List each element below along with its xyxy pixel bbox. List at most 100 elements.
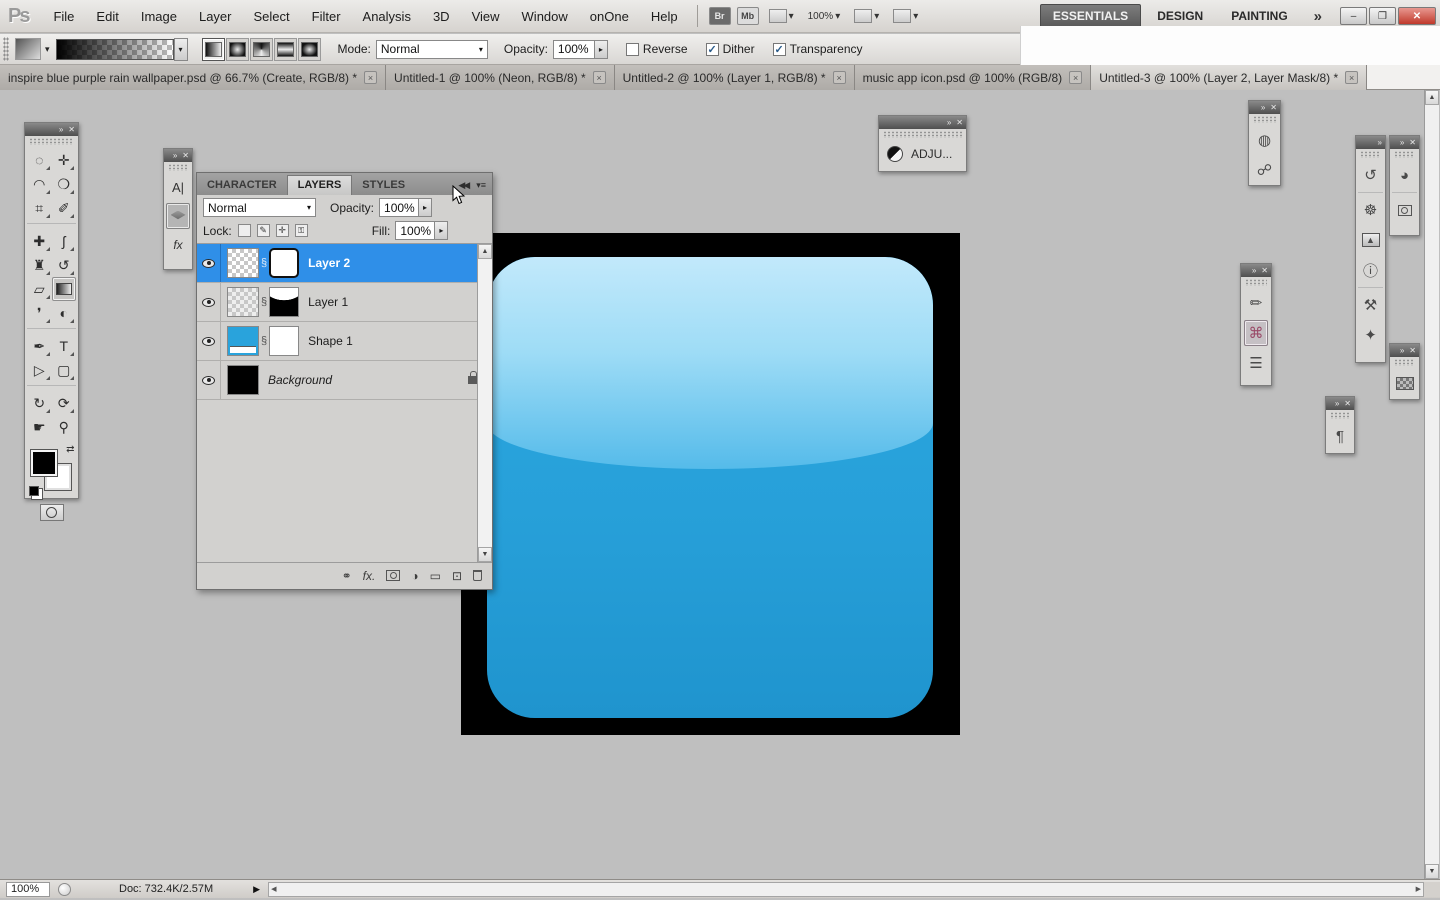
collapse-panel-icon[interactable]: »: [1400, 139, 1404, 147]
mini-panel-header[interactable]: »✕: [1241, 264, 1271, 277]
menu-3d[interactable]: 3D: [422, 0, 461, 33]
mini-bridge-icon[interactable]: Mb: [737, 7, 759, 25]
close-panel-icon[interactable]: ✕: [68, 126, 75, 134]
color-panel-icon[interactable]: ◕: [1393, 162, 1417, 188]
doc-tab-wallpaper[interactable]: inspire blue purple rain wallpaper.psd @…: [0, 65, 386, 90]
layer-name[interactable]: Shape 1: [308, 334, 353, 348]
visibility-cell[interactable]: [197, 283, 221, 321]
scroll-right-icon[interactable]: ▶: [1416, 885, 1421, 893]
collapse-panel-icon[interactable]: »: [1400, 347, 1404, 355]
3d-panel-icon[interactable]: ✦: [1359, 322, 1383, 348]
zoom-level-dropdown[interactable]: 100%▾: [808, 11, 841, 22]
vector-mask-thumbnail[interactable]: [269, 326, 299, 356]
workspace-painting[interactable]: PAINTING: [1219, 5, 1299, 27]
stamp-list-panel-icon[interactable]: ☰: [1244, 350, 1268, 376]
default-colors-icon[interactable]: [29, 486, 39, 496]
layer-row-shape1[interactable]: § Shape 1: [197, 322, 492, 361]
fill-spinner[interactable]: ▸: [435, 221, 448, 240]
menu-view[interactable]: View: [461, 0, 511, 33]
scroll-down-icon[interactable]: ▼: [478, 547, 492, 562]
lock-transparent-pixels-icon[interactable]: [238, 224, 251, 237]
close-tab-icon[interactable]: ×: [1069, 71, 1082, 84]
reflected-gradient-button[interactable]: [274, 38, 297, 61]
close-panel-icon[interactable]: ✕: [1409, 139, 1416, 147]
dock-header[interactable]: »: [1356, 136, 1385, 149]
add-layer-mask-icon[interactable]: [386, 570, 400, 581]
menu-select[interactable]: Select: [243, 0, 301, 33]
layer-name[interactable]: Layer 2: [308, 256, 350, 270]
dock-grip[interactable]: [1360, 151, 1381, 158]
adjustments-grip[interactable]: [883, 131, 962, 138]
opacity-field[interactable]: 100%: [553, 40, 595, 59]
close-button[interactable]: ✕: [1398, 7, 1436, 25]
swap-colors-icon[interactable]: ⇄: [66, 444, 74, 455]
close-tab-icon[interactable]: ×: [833, 71, 846, 84]
brushes-panel-icon[interactable]: ✏: [1244, 290, 1268, 316]
menu-help[interactable]: Help: [640, 0, 689, 33]
visibility-cell[interactable]: [197, 361, 221, 399]
gradient-preview[interactable]: [56, 39, 174, 60]
layer-thumbnail[interactable]: [227, 287, 259, 317]
close-panel-icon[interactable]: ✕: [1261, 267, 1268, 275]
tool-preset-arrow[interactable]: ▾: [45, 44, 50, 55]
layer-row-layer1[interactable]: § Layer 1: [197, 283, 492, 322]
layer-opacity-field[interactable]: 100%: [379, 198, 419, 217]
hand-tool[interactable]: ☛: [27, 415, 52, 439]
status-zoom-field[interactable]: 100%: [6, 882, 50, 897]
layer-row-background[interactable]: Background: [197, 361, 492, 400]
minimize-button[interactable]: –: [1340, 7, 1367, 25]
collapse-panel-icon[interactable]: »: [1252, 267, 1256, 275]
status-flyout-arrow[interactable]: ▶: [253, 884, 260, 895]
collapse-panel-icon[interactable]: »: [1335, 400, 1339, 408]
document-canvas[interactable]: [461, 233, 960, 735]
menu-edit[interactable]: Edit: [85, 0, 129, 33]
bezier-path-icon[interactable]: ☍: [1253, 157, 1277, 183]
mini-panel-header[interactable]: »✕: [1249, 101, 1280, 114]
adjustment-layer-icon[interactable]: ◑: [411, 569, 418, 583]
close-panel-icon[interactable]: ✕: [1409, 347, 1416, 355]
restore-button[interactable]: ❐: [1369, 7, 1396, 25]
toolbox-grip[interactable]: [29, 138, 74, 145]
layer-mask-thumbnail[interactable]: [269, 248, 299, 278]
options-grip[interactable]: [3, 37, 9, 61]
layer-name[interactable]: Layer 1: [308, 295, 348, 309]
menu-filter[interactable]: Filter: [301, 0, 352, 33]
zoom-tool[interactable]: ⚲: [52, 415, 77, 439]
tab-character[interactable]: CHARACTER: [197, 176, 287, 195]
close-tab-icon[interactable]: ×: [593, 71, 606, 84]
icon-strip-grip[interactable]: [168, 164, 188, 171]
3d-orbit-tool[interactable]: ⟳: [52, 391, 77, 415]
new-layer-icon[interactable]: ⊡: [452, 569, 462, 583]
workspace-overflow-chevron[interactable]: »: [1304, 8, 1332, 25]
menu-file[interactable]: File: [42, 0, 85, 33]
blur-tool[interactable]: ❜: [27, 301, 52, 325]
doc-tab-untitled3-active[interactable]: Untitled-3 @ 100% (Layer 2, Layer Mask/8…: [1091, 65, 1367, 90]
menu-onone[interactable]: onOne: [579, 0, 640, 33]
layer-name[interactable]: Background: [268, 373, 332, 387]
swatches-panel-icon[interactable]: [1393, 370, 1417, 396]
guides-dropdown[interactable]: ▾: [769, 9, 794, 23]
layer-opacity-spinner[interactable]: ▸: [419, 198, 432, 217]
doc-tab-untitled1[interactable]: Untitled-1 @ 100% (Neon, RGB/8) *×: [386, 65, 615, 90]
mini-panel-grip[interactable]: [1330, 412, 1350, 419]
background-thumbnail[interactable]: [227, 365, 259, 395]
collapse-panel-icon[interactable]: »: [1261, 104, 1265, 112]
tab-styles[interactable]: STYLES: [352, 176, 415, 195]
adjustments-header[interactable]: »✕: [879, 116, 966, 129]
mini-panel-header[interactable]: »✕: [1326, 397, 1354, 410]
move-tool[interactable]: ✛: [52, 148, 77, 172]
layers-scrollbar[interactable]: ▲ ▼: [477, 244, 492, 562]
visibility-cell[interactable]: [197, 322, 221, 360]
close-tab-icon[interactable]: ×: [1345, 71, 1358, 84]
menu-analysis[interactable]: Analysis: [352, 0, 422, 33]
clone-source-panel-icon[interactable]: ⌘: [1244, 320, 1268, 346]
delete-layer-icon[interactable]: [473, 570, 482, 581]
history-brush-tool[interactable]: ↺: [52, 253, 77, 277]
lock-position-icon[interactable]: ✛: [276, 224, 289, 237]
tab-layers[interactable]: LAYERS: [287, 175, 353, 195]
layer-style-fx-icon[interactable]: fx.: [363, 569, 376, 583]
collapse-panel-icon[interactable]: »: [59, 126, 63, 134]
dither-checkbox[interactable]: ✓: [706, 43, 719, 56]
rounded-rectangle-tool[interactable]: ▢: [52, 358, 77, 382]
gradient-tool-selected[interactable]: [52, 277, 77, 301]
